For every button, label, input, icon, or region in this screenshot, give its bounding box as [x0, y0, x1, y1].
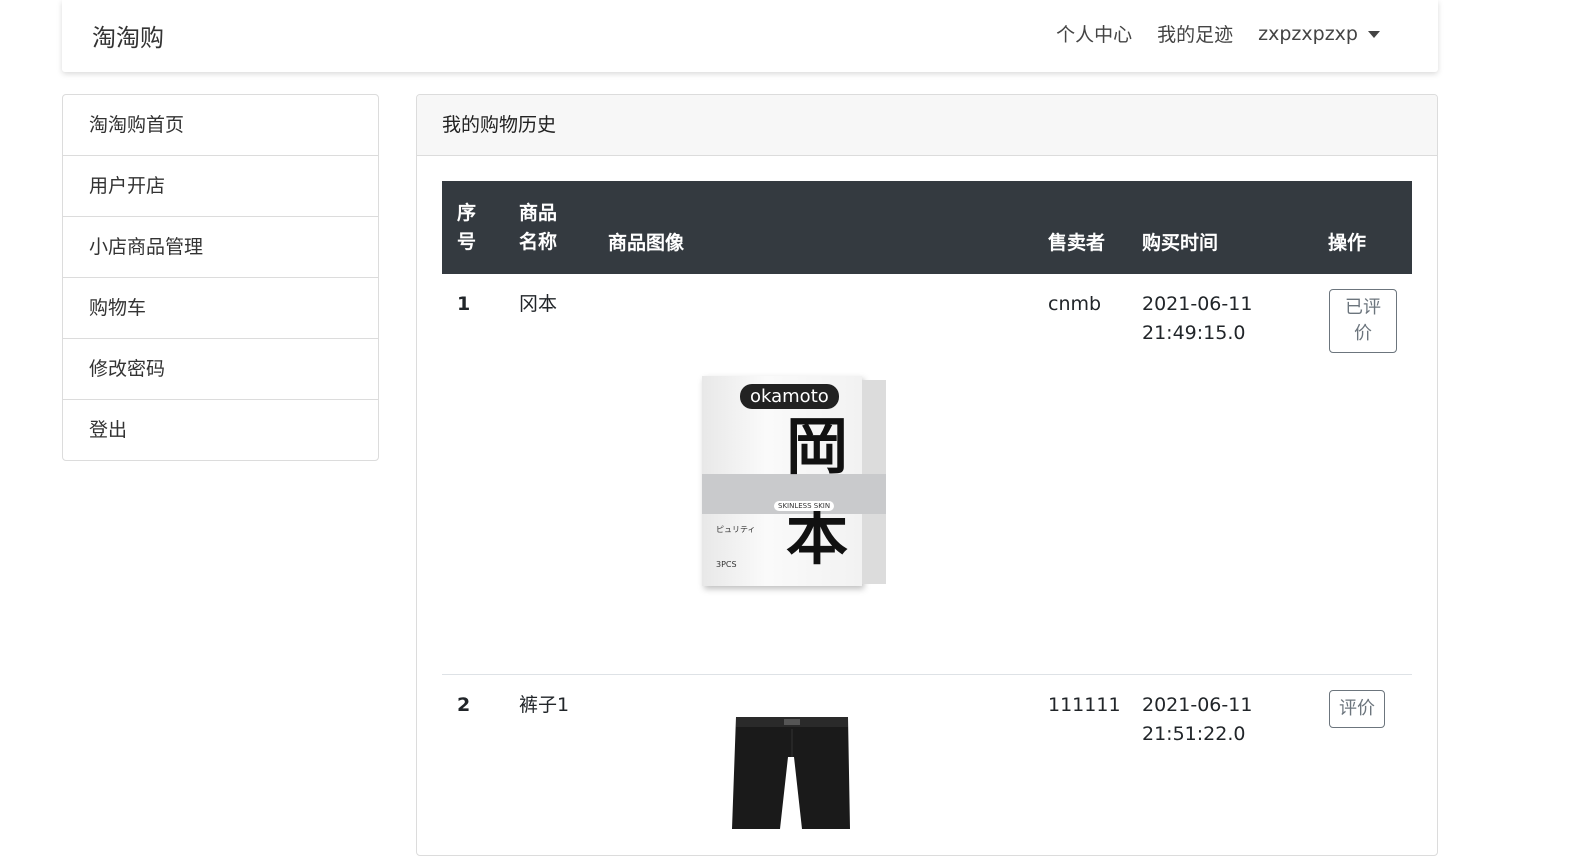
header-index: 序 号: [457, 199, 476, 257]
sidebar-item-change-password[interactable]: 修改密码: [63, 339, 378, 400]
table-row: 2 裤子1 111111 2021-06-11 21:51:22.0 评价: [442, 675, 1412, 855]
sidebar-item-home[interactable]: 淘淘购首页: [63, 95, 378, 156]
box-small-text: ピュリティ: [716, 525, 756, 534]
header-index-line2: 号: [457, 231, 477, 253]
box-char-bottom: 本: [786, 500, 849, 573]
header-name-line1: 商品: [519, 202, 558, 224]
table-header: 序 号 商品 名称 商品图像 售卖者 购买时间 操作: [442, 181, 1412, 274]
nav-right: 个人中心 我的足迹 zxpzxpzxp: [1031, 20, 1380, 47]
nav-link-history[interactable]: 我的足迹: [1157, 20, 1233, 47]
header-name-line2: 名称: [519, 231, 558, 253]
reviewed-button[interactable]: 已评 价: [1329, 289, 1397, 353]
sidebar-item-logout[interactable]: 登出: [63, 400, 378, 460]
header-image: 商品图像: [608, 232, 685, 254]
card-title: 我的购物历史: [417, 95, 1437, 156]
user-dropdown[interactable]: zxpzxpzxp: [1258, 23, 1380, 45]
header-time: 购买时间: [1142, 232, 1219, 254]
row-purchase-time: 2021-06-11 21:51:22.0: [1142, 691, 1252, 749]
top-navbar: 淘淘购 个人中心 我的足迹 zxpzxpzxp: [62, 0, 1438, 72]
header-seller: 售卖者: [1048, 232, 1106, 254]
product-image: [732, 717, 850, 829]
username-label: zxpzxpzxp: [1258, 22, 1358, 45]
review-button[interactable]: 评价: [1329, 690, 1385, 728]
sidebar-item-open-shop[interactable]: 用户开店: [63, 156, 378, 217]
box-char-top: 岡: [786, 410, 849, 483]
product-image: okamoto 岡 本 SKINLESS SKIN ピュリティ 3PCS: [702, 376, 888, 586]
box-pcs-text: 3PCS: [716, 560, 737, 569]
row-seller: cnmb: [1048, 293, 1102, 315]
header-action: 操作: [1328, 232, 1367, 254]
row-time: 21:51:22.0: [1142, 723, 1246, 745]
okamoto-logo: okamoto: [740, 384, 839, 409]
box-band-text: SKINLESS SKIN: [774, 501, 835, 511]
brand-logo[interactable]: 淘淘购: [92, 18, 164, 53]
header-name: 商品 名称: [519, 199, 557, 257]
sidebar-item-cart[interactable]: 购物车: [63, 278, 378, 339]
row-date: 2021-06-11: [1142, 694, 1253, 716]
table-row: 1 冈本 okamoto 岡 本 SKINLESS SKIN ピュリティ 3PC…: [442, 274, 1412, 675]
row-time: 21:49:15.0: [1142, 322, 1246, 344]
row-purchase-time: 2021-06-11 21:49:15.0: [1142, 290, 1252, 348]
caret-down-icon: [1368, 31, 1380, 38]
reviewed-label-line2: 价: [1354, 323, 1372, 344]
sidebar-menu: 淘淘购首页 用户开店 小店商品管理 购物车 修改密码 登出: [62, 94, 379, 461]
history-table: 序 号 商品 名称 商品图像 售卖者 购买时间 操作 1 冈本 okamoto …: [442, 181, 1412, 855]
row-index: 2: [457, 694, 471, 716]
reviewed-label-line1: 已评: [1345, 297, 1381, 318]
row-seller: 111111: [1048, 694, 1121, 716]
row-index: 1: [457, 293, 471, 315]
nav-link-profile[interactable]: 个人中心: [1056, 20, 1132, 47]
row-product-name: 冈本: [519, 293, 558, 315]
sidebar-item-shop-products[interactable]: 小店商品管理: [63, 217, 378, 278]
row-product-name: 裤子1: [519, 694, 570, 716]
purchase-history-card: 我的购物历史 序 号 商品 名称 商品图像 售卖者 购买时间 操作 1 冈本 o…: [416, 94, 1438, 856]
header-index-line1: 序: [457, 202, 477, 224]
row-date: 2021-06-11: [1142, 293, 1253, 315]
